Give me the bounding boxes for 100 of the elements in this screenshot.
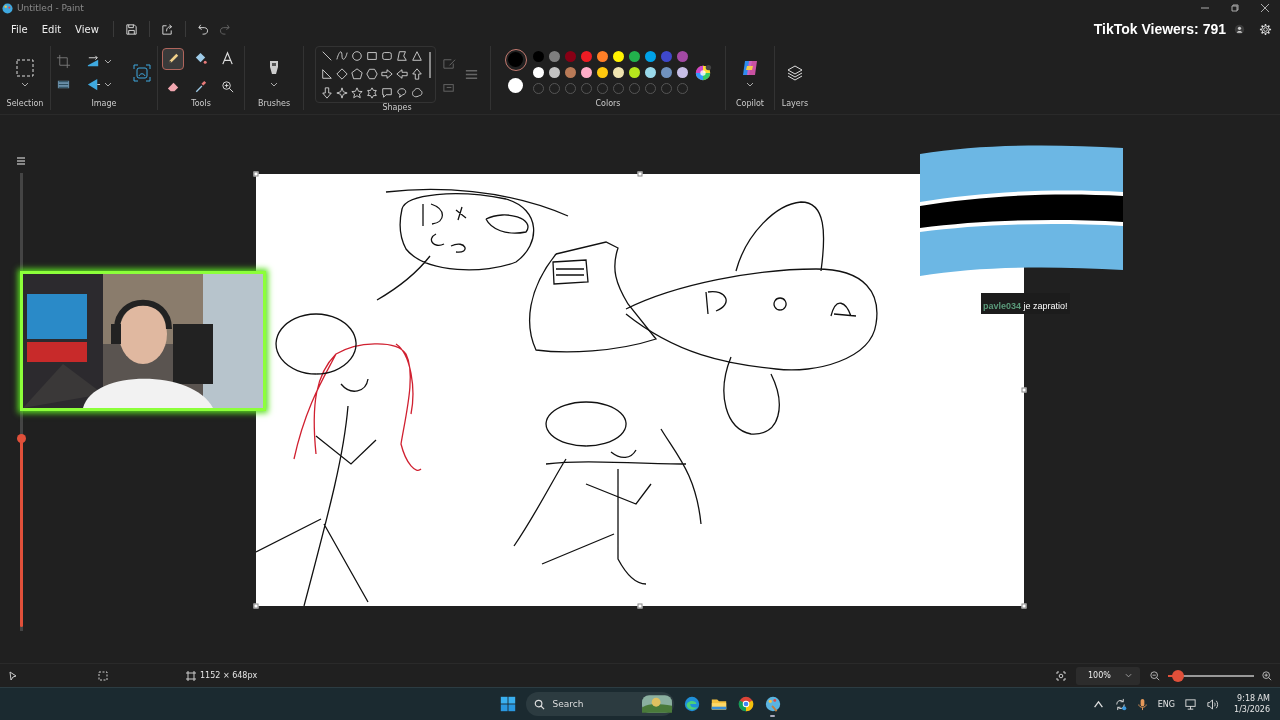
undo-icon[interactable] [196, 22, 210, 36]
menu-item[interactable]: View [68, 20, 106, 38]
color-swatch[interactable] [644, 51, 656, 62]
paint-app-icon[interactable] [763, 694, 782, 713]
line-shape-icon[interactable] [320, 50, 333, 62]
triangle-shape-icon[interactable] [410, 50, 423, 62]
resize-handle[interactable] [637, 603, 643, 609]
settings-icon[interactable] [1259, 22, 1272, 36]
color-swatch[interactable] [628, 51, 640, 62]
color-swatch[interactable] [644, 67, 656, 78]
diamond-shape-icon[interactable] [335, 68, 348, 81]
oval-callout-shape-icon[interactable] [395, 86, 408, 99]
copilot-icon[interactable] [740, 58, 760, 78]
color-swatch[interactable] [660, 51, 672, 62]
color-swatch[interactable] [580, 51, 592, 62]
edge-app-icon[interactable] [682, 694, 701, 713]
caret-icon[interactable] [21, 82, 29, 87]
caret-icon[interactable] [746, 82, 754, 87]
crop-icon[interactable] [56, 53, 71, 69]
caret-icon[interactable] [270, 82, 278, 87]
color-swatch[interactable] [532, 51, 544, 62]
pencil-tool[interactable] [162, 47, 184, 70]
search-field[interactable]: Search [525, 692, 674, 716]
right-arrow-shape-icon[interactable] [380, 68, 393, 81]
color-swatch[interactable] [596, 67, 608, 78]
start-icon[interactable] [498, 695, 517, 713]
zoom-dropdown[interactable]: 100% [1076, 666, 1140, 685]
window-title: Untitled - Paint [17, 3, 84, 13]
zoom-in-icon[interactable] [1262, 670, 1272, 681]
cloud-callout-shape-icon[interactable] [410, 86, 423, 99]
color-swatch[interactable] [596, 51, 608, 62]
sync-icon[interactable] [1113, 697, 1127, 711]
color-swatch[interactable] [628, 67, 640, 78]
resize-icon[interactable] [86, 53, 101, 69]
resize-handle[interactable] [1021, 603, 1027, 609]
chrome-app-icon[interactable] [736, 694, 755, 713]
oval-shape-icon[interactable] [350, 50, 363, 62]
menu-item[interactable]: Edit [34, 20, 69, 38]
curve-shape-icon[interactable] [335, 50, 348, 62]
image-creator-icon[interactable] [132, 62, 152, 83]
rotate-icon[interactable] [86, 76, 101, 92]
scrollbar[interactable] [428, 52, 431, 78]
zoom-out-icon[interactable] [1150, 670, 1160, 681]
search-placeholder: Search [552, 699, 585, 709]
rectangle-shape-icon[interactable] [365, 50, 378, 62]
caret-icon[interactable] [104, 58, 112, 64]
clock-time[interactable]: 9:18 AM [1237, 693, 1270, 704]
resize-handle[interactable] [253, 603, 259, 609]
fit-to-window-icon[interactable] [1056, 670, 1066, 681]
save-icon[interactable] [124, 22, 138, 36]
microphone-icon[interactable] [1135, 697, 1149, 711]
restore-icon[interactable] [1230, 3, 1240, 13]
color-wheel-icon[interactable] [693, 63, 712, 82]
speech-bubble-shape-icon[interactable] [380, 86, 393, 99]
clock-date[interactable]: 1/3/2026 [1234, 704, 1270, 715]
polygon-shape-icon[interactable] [395, 50, 408, 62]
selection-icon[interactable] [15, 58, 35, 78]
group-label: Selection [6, 99, 44, 110]
color-swatch[interactable] [676, 67, 688, 78]
zoom-icon [219, 79, 235, 94]
caret-icon[interactable] [104, 81, 112, 87]
color-swatch[interactable] [532, 67, 544, 78]
menu-item[interactable]: File [4, 20, 35, 38]
network-icon[interactable] [1184, 697, 1198, 711]
pentagon-shape-icon[interactable] [350, 68, 363, 81]
hexagon-shape-icon[interactable] [365, 68, 378, 81]
color-swatch[interactable] [660, 67, 672, 78]
chat-message: pavle034 je zapratio! [983, 301, 1068, 311]
star-shape-icon[interactable] [350, 86, 363, 99]
widgets-icon[interactable] [641, 695, 672, 713]
up-arrow-shape-icon[interactable] [410, 68, 423, 81]
color-swatch[interactable] [612, 51, 624, 62]
six-point-star-shape-icon[interactable] [365, 86, 378, 99]
four-point-star-shape-icon[interactable] [335, 86, 348, 99]
volume-icon[interactable] [1206, 697, 1220, 711]
size-icon[interactable] [463, 67, 479, 82]
right-triangle-shape-icon[interactable] [320, 68, 333, 81]
color-swatch[interactable] [548, 67, 560, 78]
rounded-rectangle-shape-icon[interactable] [380, 50, 393, 62]
resize-handle[interactable] [253, 171, 259, 177]
resize-handle[interactable] [1021, 387, 1027, 393]
slider-thumb[interactable] [17, 433, 26, 443]
group-label: Colors [595, 99, 621, 110]
share-icon[interactable] [160, 22, 174, 36]
color-swatch[interactable] [580, 67, 592, 78]
drawing-canvas[interactable] [256, 174, 1024, 606]
color-swatch[interactable] [548, 51, 560, 62]
selection-size-icon [98, 670, 108, 681]
resize-handle[interactable] [637, 171, 643, 177]
slider-thumb[interactable] [1171, 669, 1184, 682]
color-swatch[interactable] [564, 67, 576, 78]
canvas-size: 1152 × 648px [200, 671, 258, 680]
account-icon[interactable] [1234, 23, 1245, 35]
down-arrow-shape-icon[interactable] [320, 86, 333, 99]
left-arrow-shape-icon[interactable] [395, 68, 408, 81]
close-icon[interactable] [1260, 3, 1270, 13]
color-swatch[interactable] [676, 51, 688, 62]
color-swatch[interactable] [564, 51, 576, 62]
language-indicator[interactable]: ENG [1157, 699, 1176, 709]
color-swatch[interactable] [612, 67, 624, 78]
